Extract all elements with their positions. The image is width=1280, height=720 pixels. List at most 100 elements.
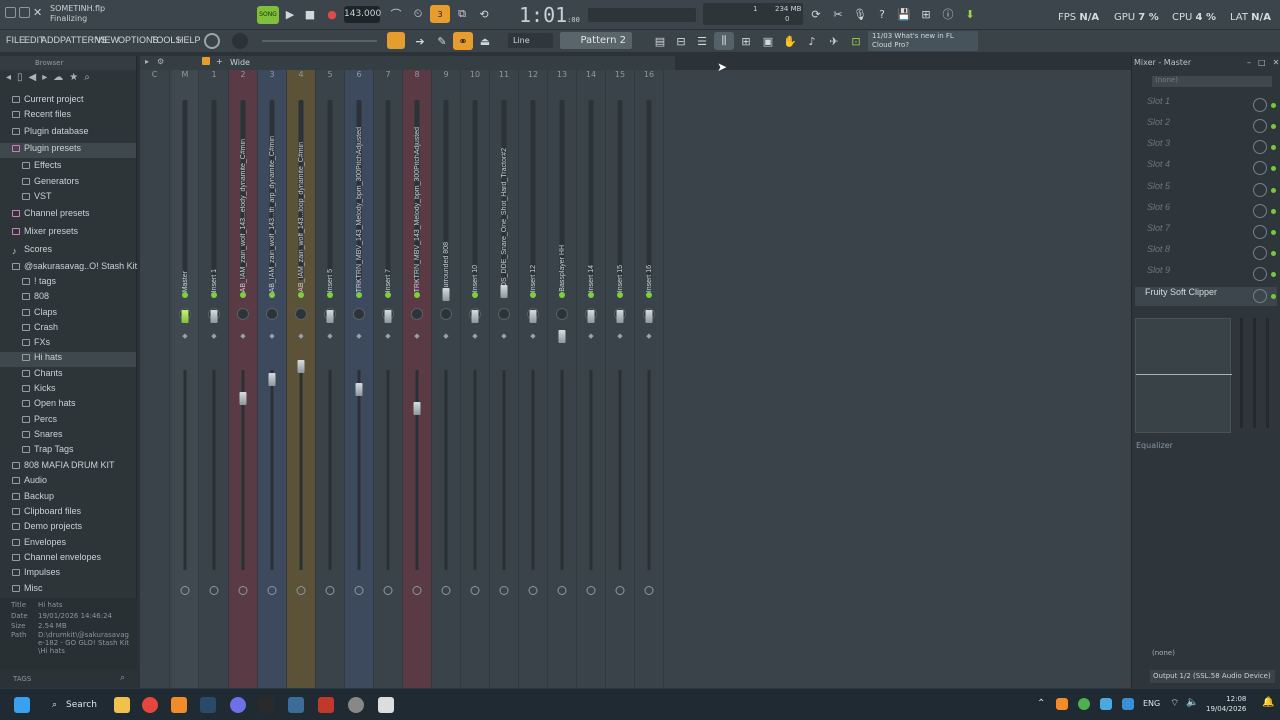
link-icon[interactable]: ⚭ bbox=[453, 32, 473, 50]
pan-knob-icon[interactable] bbox=[295, 308, 307, 320]
tray-chrome-icon[interactable] bbox=[1078, 698, 1090, 710]
mute-led[interactable] bbox=[617, 292, 623, 298]
playlist-icon[interactable] bbox=[387, 32, 405, 49]
fx-enable-led[interactable] bbox=[1271, 145, 1276, 150]
piano-roll-icon[interactable]: ⊟ bbox=[671, 32, 691, 50]
browser-item[interactable]: Plugin database bbox=[0, 126, 136, 141]
stereo-separation-icon[interactable]: ◆ bbox=[472, 332, 477, 340]
fx-slot[interactable]: Slot 4 bbox=[1135, 159, 1277, 178]
browser-item[interactable]: ! tags bbox=[0, 276, 136, 291]
pan-knob-icon[interactable] bbox=[556, 308, 568, 320]
mix-knob-icon[interactable] bbox=[1253, 204, 1267, 218]
stereo-separation-icon[interactable]: ◆ bbox=[327, 332, 332, 340]
mix-knob-icon[interactable] bbox=[1253, 289, 1267, 303]
volume-fader[interactable] bbox=[384, 310, 392, 323]
tempo-display[interactable]: 143.000 bbox=[344, 6, 381, 23]
pan-knob-icon[interactable] bbox=[353, 308, 365, 320]
volume-fader[interactable] bbox=[210, 310, 218, 323]
brave-icon[interactable] bbox=[318, 697, 334, 713]
current-strip[interactable]: C bbox=[140, 70, 170, 688]
browser-item[interactable]: Generators bbox=[0, 176, 136, 191]
save-icon[interactable]: 💾 bbox=[894, 5, 914, 23]
discord-icon[interactable] bbox=[230, 697, 246, 713]
browser-item[interactable]: Channel presets bbox=[0, 208, 136, 223]
language-indicator[interactable]: ENG bbox=[1143, 699, 1160, 708]
volume-fader[interactable] bbox=[239, 392, 247, 405]
browser-item[interactable]: 808 bbox=[0, 291, 136, 306]
browser-item[interactable]: Channel envelopes bbox=[0, 552, 136, 567]
plugin-icon[interactable]: ⊞ bbox=[916, 5, 936, 23]
browser-item[interactable]: Kicks bbox=[0, 383, 136, 398]
browser-item[interactable]: @sakurasavag..O! Stash Kit bbox=[0, 261, 137, 276]
browser-item[interactable]: Hi hats bbox=[0, 352, 136, 367]
news-panel[interactable]: 11/03 What's new in FL Cloud Pro? bbox=[868, 31, 978, 51]
volume-fader[interactable] bbox=[355, 383, 363, 396]
eq-band-slider[interactable] bbox=[1240, 318, 1243, 428]
fx-slot-active[interactable]: Fruity Soft Clipper bbox=[1135, 287, 1277, 306]
volume-icon[interactable]: 🔈 bbox=[1186, 697, 1198, 708]
stereo-separation-icon[interactable]: ◆ bbox=[356, 332, 361, 340]
volume-fader[interactable] bbox=[326, 310, 334, 323]
cut-icon[interactable]: ✂ bbox=[828, 5, 848, 23]
audio-clip-icon[interactable]: ♪ bbox=[802, 32, 822, 50]
panel-close-icon[interactable]: ✕ bbox=[1273, 58, 1280, 67]
wifi-icon[interactable]: ⌔ bbox=[1170, 697, 1179, 710]
browser-item[interactable]: Envelopes bbox=[0, 537, 136, 552]
mixer-icon[interactable]: ⫼ bbox=[714, 32, 734, 50]
route-knob-icon[interactable] bbox=[615, 586, 625, 595]
mix-knob-icon[interactable] bbox=[1253, 267, 1267, 281]
snap-select[interactable]: Line bbox=[508, 33, 553, 48]
fx-slot[interactable]: Slot 3 bbox=[1135, 138, 1277, 157]
mute-led[interactable] bbox=[414, 292, 420, 298]
browser-back-icon[interactable]: ◀ bbox=[29, 72, 37, 90]
stereo-separation-icon[interactable]: ◆ bbox=[269, 332, 274, 340]
route-knob-icon[interactable] bbox=[383, 586, 393, 595]
volume-fader[interactable] bbox=[616, 310, 624, 323]
plugin-picker-icon[interactable]: ▣ bbox=[758, 32, 778, 50]
pan-knob-icon[interactable] bbox=[237, 308, 249, 320]
mixer-add-icon[interactable]: + bbox=[216, 57, 223, 66]
fx-slot[interactable]: Slot 1 bbox=[1135, 96, 1277, 115]
browser-item[interactable]: Demo projects bbox=[0, 521, 136, 536]
touch-icon[interactable]: ✋ bbox=[780, 32, 800, 50]
browser-item[interactable]: Open hats bbox=[0, 398, 136, 413]
browser-item[interactable]: Recent files bbox=[0, 109, 136, 124]
mute-led[interactable] bbox=[646, 292, 652, 298]
mute-led[interactable] bbox=[530, 292, 536, 298]
menu-help[interactable]: HELP bbox=[177, 35, 201, 45]
volume-fader[interactable] bbox=[529, 310, 537, 323]
pan-knob-icon[interactable] bbox=[266, 308, 278, 320]
browser-item[interactable]: Mixer presets bbox=[0, 226, 136, 241]
stereo-separation-icon[interactable]: ◆ bbox=[182, 332, 187, 340]
countdown-icon[interactable]: 3 bbox=[430, 5, 450, 23]
browser-item[interactable]: ♪ Scores bbox=[0, 244, 136, 259]
app-icon[interactable] bbox=[288, 697, 304, 713]
mixer-view-mode[interactable]: Wide bbox=[230, 58, 250, 67]
browser-forward-icon[interactable]: ▸ bbox=[42, 72, 47, 90]
browser-item[interactable]: Snares bbox=[0, 429, 136, 444]
steam-icon[interactable] bbox=[200, 697, 216, 713]
route-knob-icon[interactable] bbox=[528, 586, 538, 595]
app2-icon[interactable] bbox=[378, 697, 394, 713]
browser-icon[interactable]: ⊞ bbox=[736, 32, 756, 50]
insert-strip[interactable]: 10 Insert 10 ◆ bbox=[461, 70, 490, 688]
fx-slot[interactable]: Slot 5 bbox=[1135, 181, 1277, 200]
volume-fader[interactable] bbox=[645, 310, 653, 323]
tray-app3-icon[interactable] bbox=[1122, 698, 1134, 710]
download-icon[interactable]: ⬇ bbox=[960, 5, 980, 23]
mix-knob-icon[interactable] bbox=[1253, 140, 1267, 154]
browser-cloud-icon[interactable]: ☁ bbox=[53, 72, 63, 90]
insert-strip[interactable]: 3 AB_IAM_zain_wolf_143...th_arp_dynamite_… bbox=[258, 70, 287, 688]
mute-led[interactable] bbox=[240, 292, 246, 298]
eq-band-slider[interactable] bbox=[1253, 318, 1256, 428]
loop-record-icon[interactable]: ⟲ bbox=[474, 5, 494, 23]
windows-start-icon[interactable] bbox=[14, 697, 30, 713]
browser-item[interactable]: VST bbox=[0, 191, 136, 206]
mixer-tools-icon[interactable]: ⚙ bbox=[157, 57, 164, 66]
output-select[interactable]: Output 1/2 (SSL.58 Audio Device) bbox=[1150, 670, 1275, 683]
stereo-separation-icon[interactable]: ◆ bbox=[646, 332, 651, 340]
mute-led[interactable] bbox=[559, 292, 565, 298]
volume-fader[interactable] bbox=[297, 360, 305, 373]
master-volume-slider[interactable] bbox=[262, 40, 377, 42]
eq-band-slider[interactable] bbox=[1266, 318, 1269, 428]
